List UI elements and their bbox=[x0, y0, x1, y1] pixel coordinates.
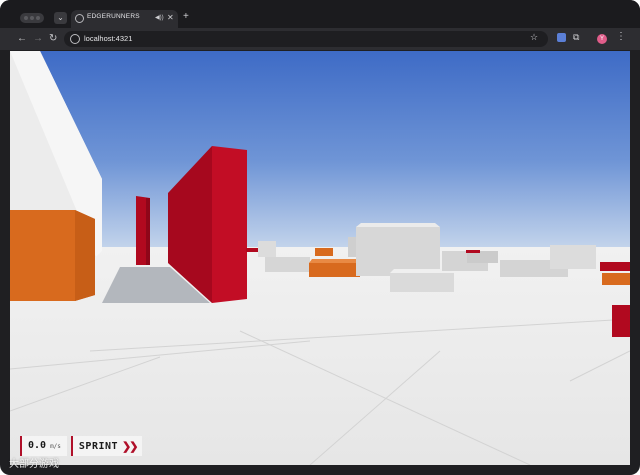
url-text[interactable]: localhost:4321 bbox=[84, 34, 132, 43]
avatar[interactable]: Y bbox=[597, 34, 607, 44]
speed-unit: m/s bbox=[50, 443, 61, 450]
watermark: 大部分游戏 bbox=[9, 459, 59, 470]
tab-strip: ⌄ EDGERUNNERS ◀)) ✕ + bbox=[0, 0, 640, 28]
chevron-down-icon: ⌄ bbox=[57, 13, 64, 22]
close-icon[interactable]: ✕ bbox=[167, 13, 174, 22]
red-block-near bbox=[612, 305, 630, 337]
double-chevron-right-icon: ❯❯ bbox=[122, 440, 139, 453]
reload-icon[interactable]: ↻ bbox=[49, 33, 57, 45]
extension-icon[interactable] bbox=[557, 33, 566, 42]
browser-toolbar: ← → ↻ localhost:4321 ☆ bbox=[0, 28, 640, 50]
orange-block-center bbox=[309, 263, 360, 277]
tab-list-button[interactable]: ⌄ bbox=[54, 12, 67, 24]
speaker-icon[interactable]: ◀)) bbox=[155, 14, 164, 21]
grey-block-front bbox=[390, 273, 454, 292]
sky bbox=[10, 51, 630, 251]
tab-title: EDGERUNNERS bbox=[87, 13, 140, 20]
puzzle-icon[interactable]: ⧉ bbox=[573, 32, 579, 43]
bookmark-star-icon[interactable]: ☆ bbox=[530, 32, 538, 42]
speed-readout: 0.0 m/s bbox=[20, 436, 67, 456]
back-arrow-icon[interactable]: ← bbox=[17, 33, 27, 45]
window-controls[interactable] bbox=[20, 13, 44, 23]
tab-active[interactable]: EDGERUNNERS ◀)) ✕ bbox=[71, 10, 178, 28]
red-bar-distant bbox=[246, 248, 258, 252]
sprint-label: SPRINT bbox=[78, 440, 119, 452]
globe-icon bbox=[75, 14, 84, 23]
grey-block-large bbox=[356, 227, 440, 276]
grey-block-low bbox=[265, 257, 310, 272]
game-scene bbox=[10, 51, 630, 465]
sprint-indicator: SPRINT ❯❯ bbox=[70, 436, 143, 456]
ground-plane bbox=[10, 247, 630, 465]
hud: 0.0 m/s SPRINT ❯❯ bbox=[20, 436, 143, 456]
plus-icon[interactable]: + bbox=[183, 12, 189, 22]
menu-dots-icon[interactable]: ⋮ bbox=[616, 31, 626, 42]
game-canvas[interactable] bbox=[10, 51, 630, 465]
speed-value: 0.0 bbox=[28, 440, 47, 451]
red-block-right bbox=[600, 262, 630, 271]
forward-arrow-icon: → bbox=[33, 33, 43, 44]
browser-window: ⌄ EDGERUNNERS ◀)) ✕ + ← → ↻ localhost:43… bbox=[0, 0, 640, 475]
address-bar[interactable]: localhost:4321 bbox=[64, 31, 548, 47]
site-info-icon[interactable] bbox=[70, 34, 80, 44]
